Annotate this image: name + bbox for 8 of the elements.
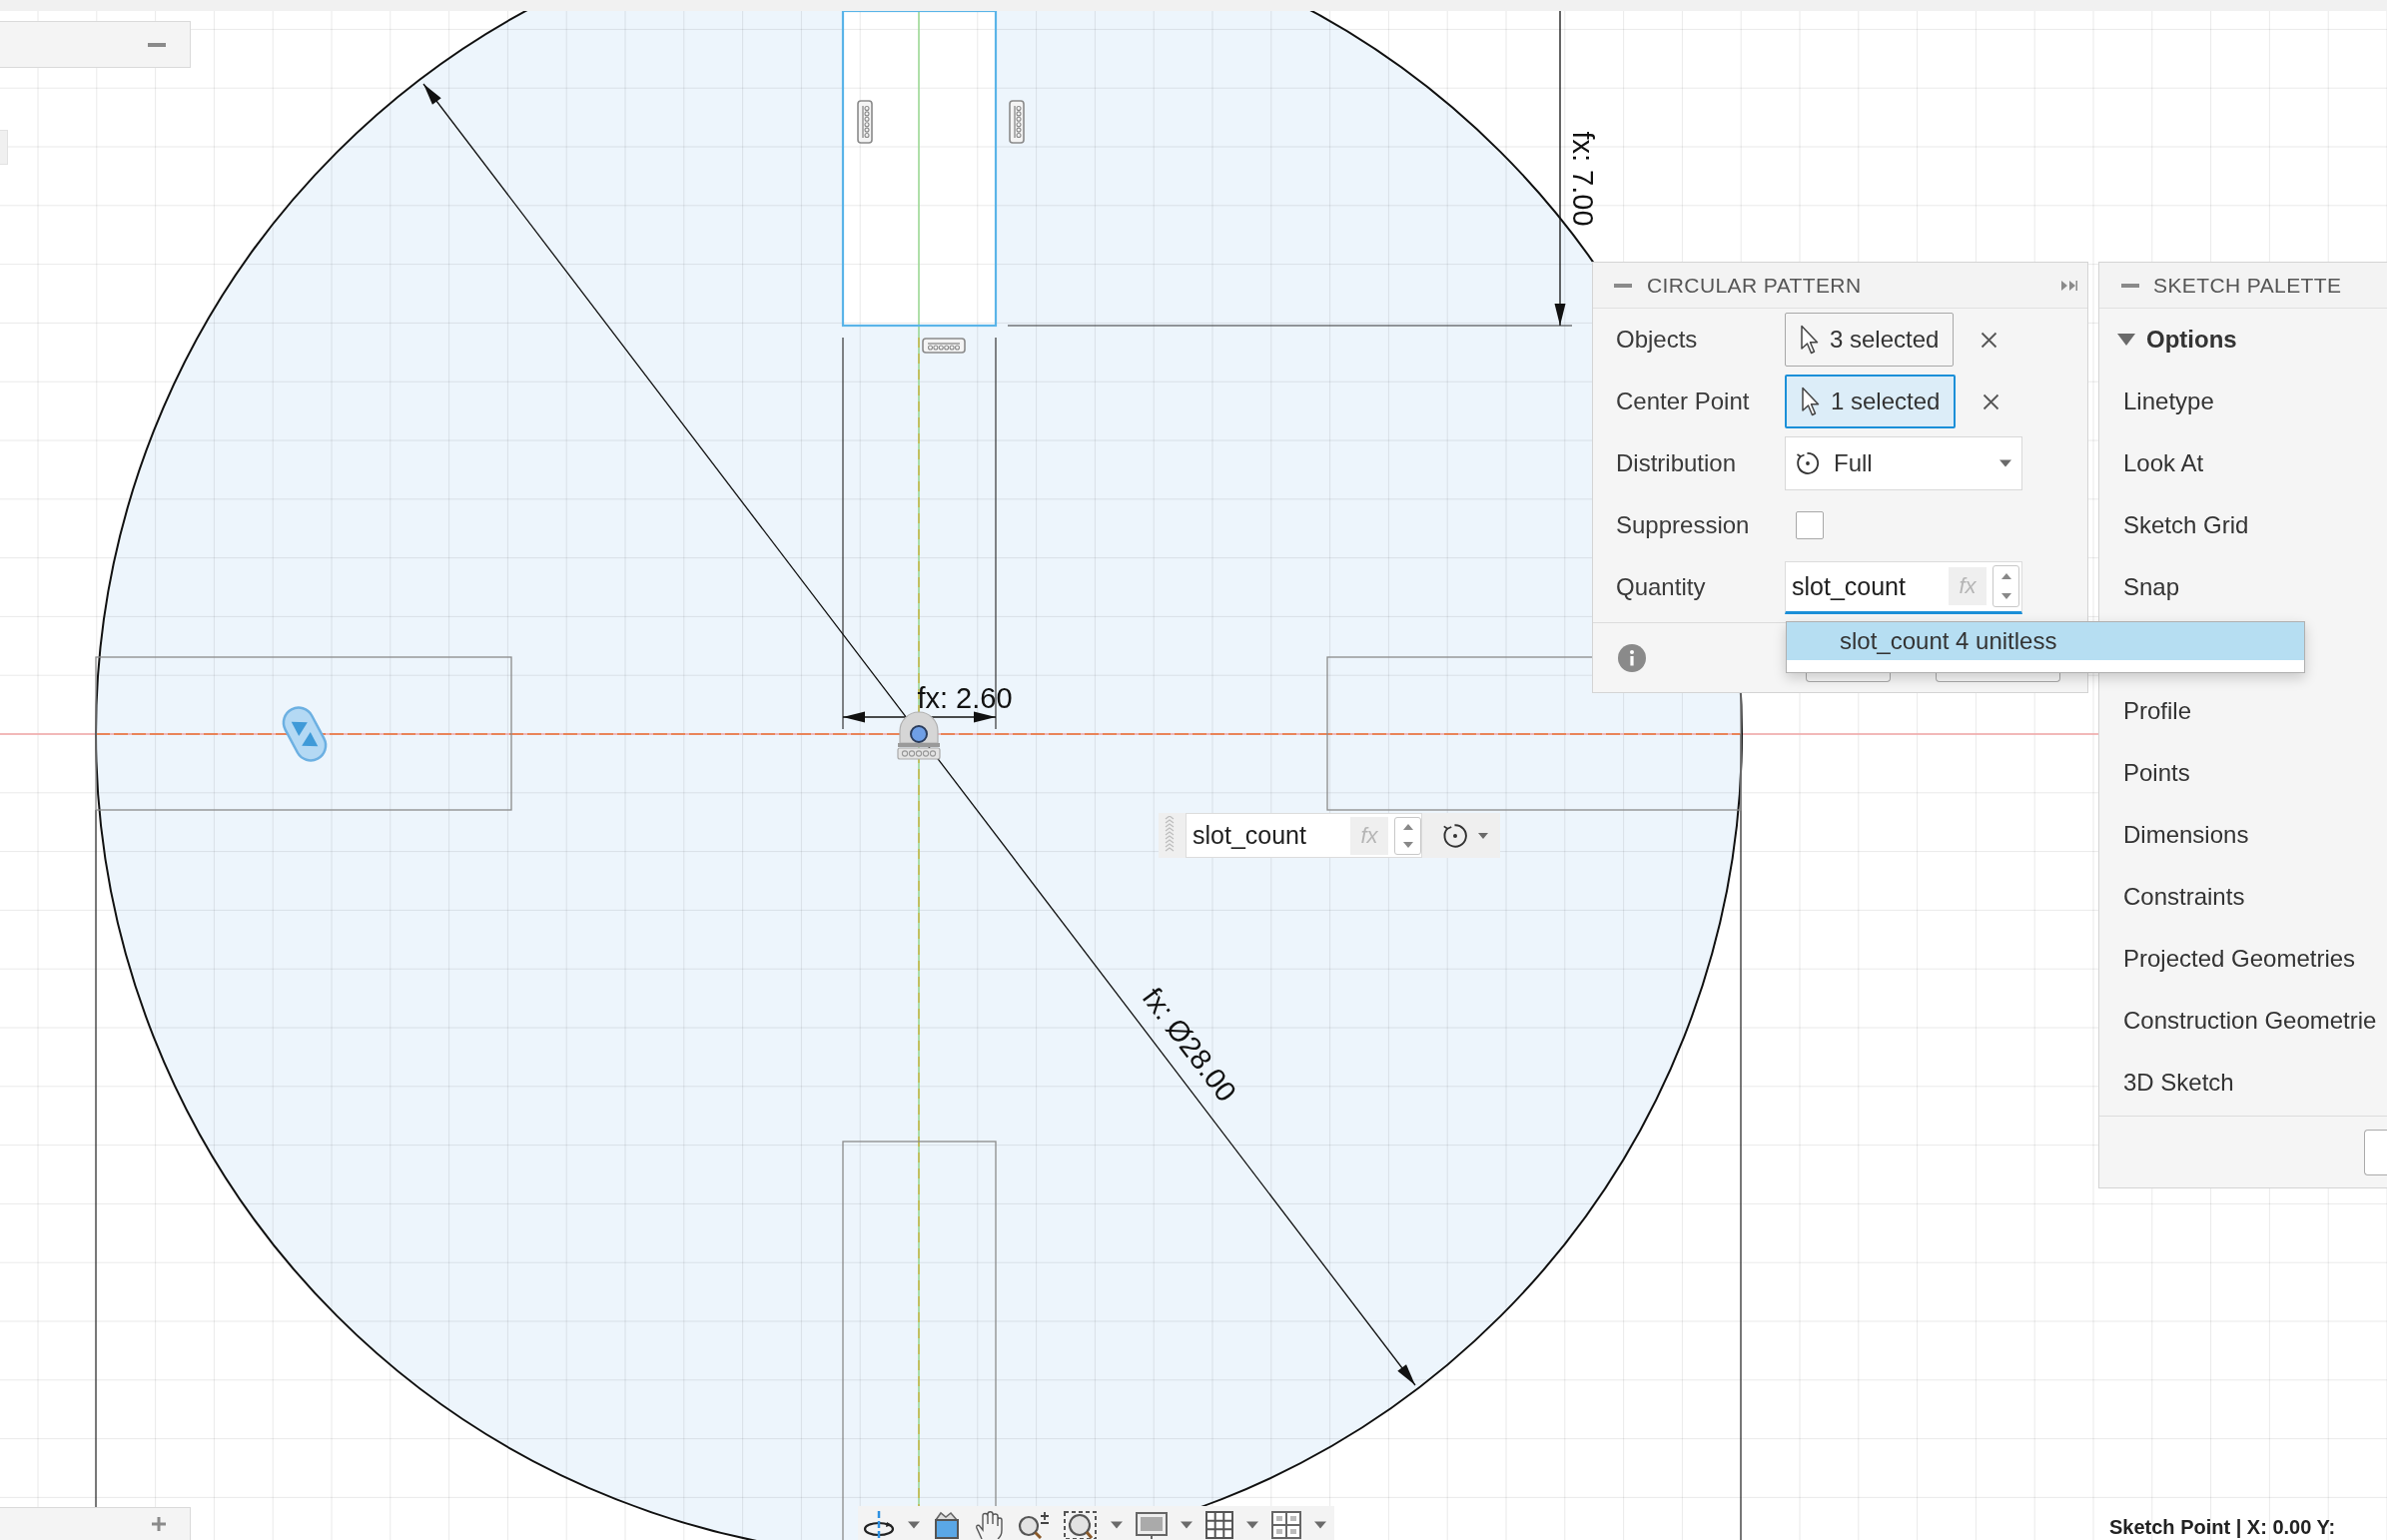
panel-title: SKETCH PALETTE — [2153, 273, 2342, 298]
panel-title: CIRCULAR PATTERN — [1647, 273, 1862, 298]
field-label: Objects — [1616, 326, 1698, 354]
field-label: Quantity — [1616, 573, 1706, 601]
field-label: Suppression — [1616, 511, 1750, 539]
status-text: Sketch Point | X: 0.00 Y: — [2109, 1516, 2336, 1539]
field-label: Center Point — [1616, 387, 1750, 415]
field-label: Distribution — [1616, 449, 1737, 477]
